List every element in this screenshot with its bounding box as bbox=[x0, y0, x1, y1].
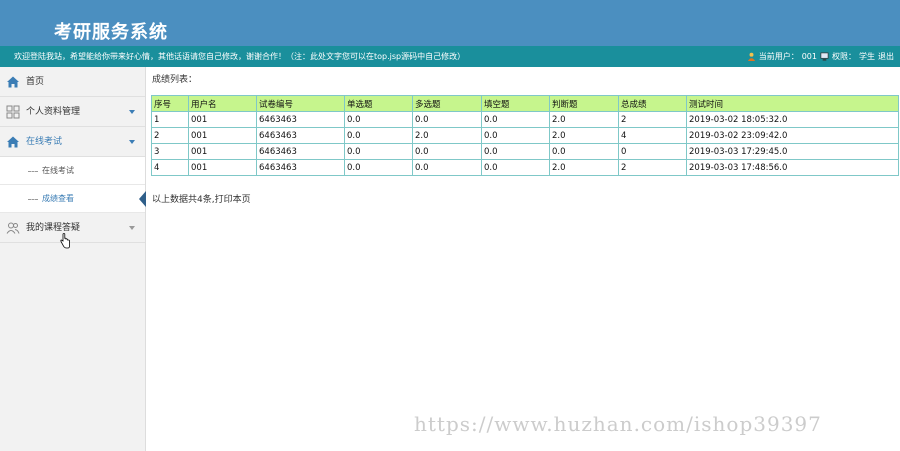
column-header: 用户名 bbox=[188, 95, 257, 112]
table-cell: 0.0 bbox=[481, 111, 550, 128]
app-title: 考研服务系统 bbox=[54, 22, 168, 43]
table-cell: 3 bbox=[151, 143, 189, 160]
sidebar-subitem-label: 在线考试 bbox=[42, 166, 74, 175]
computer-icon bbox=[820, 52, 829, 61]
grid-icon bbox=[6, 105, 20, 119]
column-header: 判断题 bbox=[549, 95, 619, 112]
table-header-row: 序号 用户名 试卷编号 单选题 多选题 填空题 判断题 总成绩 测试时间 bbox=[151, 95, 899, 112]
column-header: 填空题 bbox=[481, 95, 550, 112]
table-cell: 0.0 bbox=[344, 143, 413, 160]
column-header: 多选题 bbox=[412, 95, 482, 112]
table-cell: 001 bbox=[188, 111, 257, 128]
scores-table: 序号 用户名 试卷编号 单选题 多选题 填空题 判断题 总成绩 测试时间 1 0… bbox=[151, 95, 899, 176]
sidebar-subitem-online-exam[interactable]: 在线考试 bbox=[0, 157, 145, 185]
chevron-down-icon bbox=[129, 226, 135, 230]
info-bar: 欢迎登陆我站，希望能给你带来好心情，其他话语请您自己修改，谢谢合作！（注：此处文… bbox=[0, 46, 900, 67]
hand-cursor-icon bbox=[60, 233, 70, 249]
sidebar-item-label: 首页 bbox=[26, 77, 45, 87]
selected-indicator bbox=[139, 191, 146, 207]
table-cell: 4 bbox=[618, 127, 687, 144]
table-row: 4 001 6463463 0.0 0.0 0.0 2.0 2 2019-03-… bbox=[151, 159, 899, 176]
table-cell: 2.0 bbox=[549, 111, 619, 128]
sidebar: 首页 个人资料管理 在线考试 在线考试 成绩查看 我的课程答疑 bbox=[0, 67, 146, 451]
table-cell: 001 bbox=[188, 159, 257, 176]
sidebar-item-online-exam[interactable]: 在线考试 bbox=[0, 127, 145, 157]
list-title: 成绩列表： bbox=[152, 75, 198, 85]
table-cell: 4 bbox=[151, 159, 189, 176]
table-cell: 1 bbox=[151, 111, 189, 128]
table-row: 3 001 6463463 0.0 0.0 0.0 0.0 0 2019-03-… bbox=[151, 143, 899, 160]
table-cell: 0.0 bbox=[412, 143, 482, 160]
watermark: https://www.huzhan.com/ishop39397 bbox=[414, 412, 822, 436]
app-header: 考研服务系统 bbox=[0, 0, 900, 46]
sidebar-subitem-view-scores[interactable]: 成绩查看 bbox=[0, 185, 146, 213]
column-header: 测试时间 bbox=[686, 95, 899, 112]
table-cell: 6463463 bbox=[256, 111, 345, 128]
table-cell: 2.0 bbox=[549, 159, 619, 176]
column-header: 总成绩 bbox=[618, 95, 687, 112]
sidebar-item-course-qa[interactable]: 我的课程答疑 bbox=[0, 213, 145, 243]
table-cell: 0.0 bbox=[412, 159, 482, 176]
table-cell: 0.0 bbox=[412, 111, 482, 128]
permission-label: 权限： bbox=[832, 52, 856, 61]
users-icon bbox=[6, 222, 20, 234]
table-cell: 0.0 bbox=[344, 159, 413, 176]
main-content: 成绩列表： 序号 用户名 试卷编号 单选题 多选题 填空题 判断题 总成绩 测试… bbox=[150, 67, 900, 451]
table-cell: 2.0 bbox=[549, 127, 619, 144]
table-cell: 001 bbox=[188, 143, 257, 160]
table-cell: 6463463 bbox=[256, 159, 345, 176]
table-cell: 0.0 bbox=[481, 127, 550, 144]
home-icon bbox=[7, 76, 19, 88]
table-cell: 0.0 bbox=[344, 111, 413, 128]
record-summary: 以上数据共4条,打印本页 bbox=[152, 195, 251, 205]
table-cell: 2019-03-02 23:09:42.0 bbox=[686, 127, 899, 144]
sidebar-item-label: 个人资料管理 bbox=[26, 107, 81, 117]
table-cell: 6463463 bbox=[256, 127, 345, 144]
permission-value: 学生 bbox=[859, 52, 875, 61]
tree-connector bbox=[28, 171, 38, 172]
table-cell: 0.0 bbox=[344, 127, 413, 144]
sidebar-item-label: 我的课程答疑 bbox=[26, 223, 81, 233]
table-cell: 2 bbox=[618, 111, 687, 128]
table-cell: 2019-03-03 17:48:56.0 bbox=[686, 159, 899, 176]
sidebar-item-home[interactable]: 首页 bbox=[0, 67, 145, 97]
table-cell: 2 bbox=[618, 159, 687, 176]
user-info: 当前用户： 001 权限： 学生 退出 bbox=[747, 46, 894, 67]
sidebar-subitem-label: 成绩查看 bbox=[42, 194, 74, 203]
sidebar-item-label: 在线考试 bbox=[26, 137, 63, 147]
user-icon bbox=[747, 52, 755, 61]
table-row: 1 001 6463463 0.0 0.0 0.0 2.0 2 2019-03-… bbox=[151, 111, 899, 128]
table-cell: 6463463 bbox=[256, 143, 345, 160]
table-cell: 0.0 bbox=[481, 143, 550, 160]
table-cell: 0 bbox=[618, 143, 687, 160]
table-row: 2 001 6463463 0.0 2.0 0.0 2.0 4 2019-03-… bbox=[151, 127, 899, 144]
sidebar-item-profile[interactable]: 个人资料管理 bbox=[0, 97, 145, 127]
logout-link[interactable]: 退出 bbox=[878, 46, 894, 67]
column-header: 单选题 bbox=[344, 95, 413, 112]
table-cell: 2019-03-02 18:05:32.0 bbox=[686, 111, 899, 128]
table-cell: 2.0 bbox=[412, 127, 482, 144]
chevron-down-icon bbox=[129, 110, 135, 114]
chevron-down-icon bbox=[129, 140, 135, 144]
table-cell: 0.0 bbox=[549, 143, 619, 160]
column-header: 序号 bbox=[151, 95, 189, 112]
current-user-label: 当前用户： bbox=[758, 52, 799, 61]
column-header: 试卷编号 bbox=[256, 95, 345, 112]
current-user-value: 001 bbox=[801, 52, 817, 61]
home-icon bbox=[7, 136, 19, 148]
tree-connector bbox=[28, 199, 38, 200]
table-cell: 0.0 bbox=[481, 159, 550, 176]
welcome-message: 欢迎登陆我站，希望能给你带来好心情，其他话语请您自己修改，谢谢合作！（注：此处文… bbox=[14, 52, 466, 61]
table-cell: 2 bbox=[151, 127, 189, 144]
table-cell: 001 bbox=[188, 127, 257, 144]
table-cell: 2019-03-03 17:29:45.0 bbox=[686, 143, 899, 160]
